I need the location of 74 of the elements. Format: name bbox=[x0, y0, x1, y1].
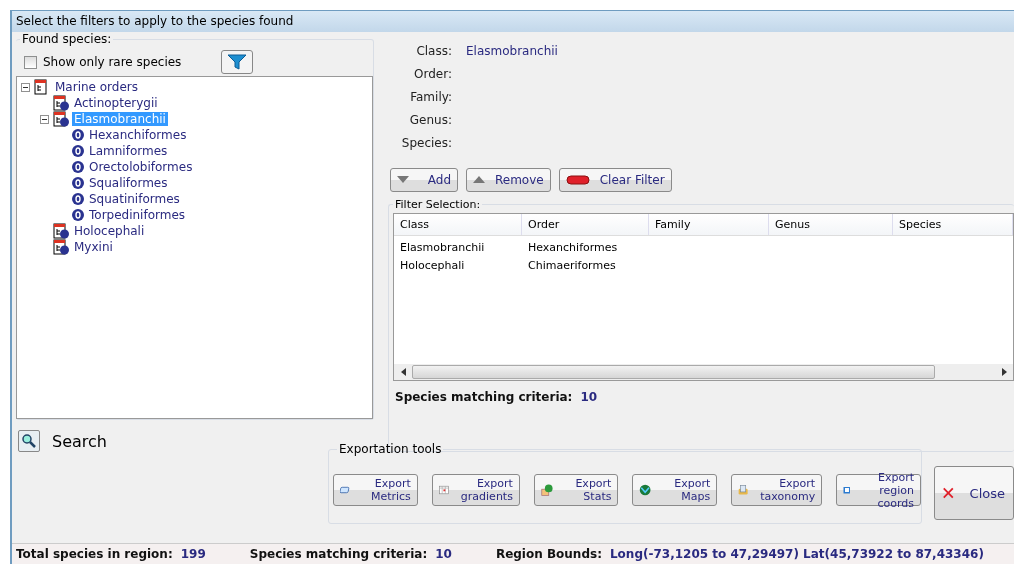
status-value: Long(-73,1205 to 47,29497) Lat(45,73922 to 87,43346) bbox=[609, 547, 984, 561]
tree-item[interactable]: Squatiniformes bbox=[87, 192, 182, 206]
status-value: 10 bbox=[435, 547, 452, 561]
clear-button[interactable]: Clear Filter bbox=[558, 168, 672, 192]
add-button[interactable]: Add bbox=[390, 168, 458, 192]
filter-selection-title: Filter Selection: bbox=[394, 198, 482, 211]
status-label: Total species in region: bbox=[16, 547, 173, 561]
field-label: Class: bbox=[415, 44, 452, 60]
table-cell: Chimaeriformes bbox=[528, 259, 616, 272]
export-button[interactable]: Export gradients bbox=[431, 474, 520, 506]
export-button[interactable]: Export Stats bbox=[533, 474, 619, 506]
search-label: Search bbox=[52, 431, 107, 451]
filter-button[interactable] bbox=[221, 50, 254, 74]
close-icon bbox=[943, 486, 954, 500]
order-node-icon bbox=[71, 128, 85, 142]
column-header[interactable]: Class bbox=[394, 214, 522, 235]
scrollbar-thumb[interactable] bbox=[412, 365, 935, 379]
order-node-icon bbox=[71, 160, 85, 174]
status-label: Region Bounds: bbox=[495, 547, 602, 561]
export-button[interactable]: Export Metrics bbox=[333, 474, 418, 506]
down-triangle-icon bbox=[397, 176, 409, 184]
window-title: Select the filters to apply to the species found bbox=[12, 11, 1014, 32]
field-label: Species: bbox=[400, 136, 452, 152]
field-label: Family: bbox=[409, 90, 452, 106]
table-cell: Holocephali bbox=[400, 259, 465, 272]
field-label: Genus: bbox=[408, 113, 452, 129]
tree-item[interactable]: Orectolobiformes bbox=[87, 160, 195, 174]
search-icon bbox=[21, 433, 37, 449]
scroll-right-icon[interactable] bbox=[999, 368, 1009, 376]
order-node-icon bbox=[71, 144, 85, 158]
export-button[interactable]: Export region coords bbox=[836, 474, 921, 506]
checkbox-icon[interactable] bbox=[24, 55, 37, 69]
horizontal-scrollbar[interactable] bbox=[394, 364, 1013, 380]
export-tools-title: Exportation tools bbox=[338, 442, 443, 456]
column-header[interactable]: Genus bbox=[769, 214, 893, 235]
tree-item[interactable]: Lamniformes bbox=[87, 144, 170, 158]
funnel-icon bbox=[226, 53, 249, 71]
status-value: 199 bbox=[180, 547, 206, 561]
collapse-icon[interactable] bbox=[40, 114, 50, 124]
collapse-icon[interactable] bbox=[21, 82, 31, 92]
status-label: Species matching criteria: bbox=[249, 547, 428, 561]
order-node-icon bbox=[71, 192, 85, 206]
table-cell: Hexanchiformes bbox=[528, 241, 618, 254]
field-label: Order: bbox=[413, 67, 452, 83]
tree-item[interactable]: Holocephali bbox=[72, 224, 147, 238]
tree-item[interactable]: Hexanchiformes bbox=[87, 128, 189, 142]
order-node-icon bbox=[71, 176, 85, 190]
tree-item[interactable]: Torpediniformes bbox=[87, 208, 188, 222]
found-species-title: Found species: bbox=[21, 32, 113, 46]
export-button[interactable]: Export taxonomy bbox=[731, 474, 823, 506]
matching-label: Species matching criteria: bbox=[395, 390, 573, 404]
remove-button[interactable]: Remove bbox=[466, 168, 551, 192]
table-cell: Elasmobranchii bbox=[400, 241, 485, 254]
rare-species-checkbox[interactable]: Show only rare species bbox=[24, 55, 182, 69]
grid-icon bbox=[438, 483, 449, 497]
column-header[interactable]: Family bbox=[649, 214, 769, 235]
class-node-icon bbox=[52, 239, 70, 255]
tree-item[interactable]: Marine orders bbox=[53, 80, 141, 94]
tree-item[interactable]: Squaliformes bbox=[87, 176, 170, 190]
search-button[interactable] bbox=[18, 430, 40, 452]
column-header[interactable]: Order bbox=[522, 214, 649, 235]
export-button[interactable]: Export Maps bbox=[632, 474, 718, 506]
tree-item[interactable]: Actinopterygii bbox=[72, 96, 160, 110]
class-node-icon bbox=[52, 223, 70, 239]
matching-count: 10 bbox=[580, 390, 598, 404]
close-button[interactable]: Close bbox=[934, 466, 1014, 520]
field-value: Elasmobranchii bbox=[466, 44, 559, 60]
tree-item[interactable]: Myxini bbox=[72, 240, 115, 254]
order-node-icon bbox=[71, 208, 85, 222]
minus-bar-icon bbox=[565, 175, 590, 185]
column-header[interactable]: Species bbox=[893, 214, 1013, 235]
up-triangle-icon bbox=[473, 176, 485, 184]
class-node-icon bbox=[52, 95, 70, 111]
class-node-icon bbox=[52, 111, 70, 127]
